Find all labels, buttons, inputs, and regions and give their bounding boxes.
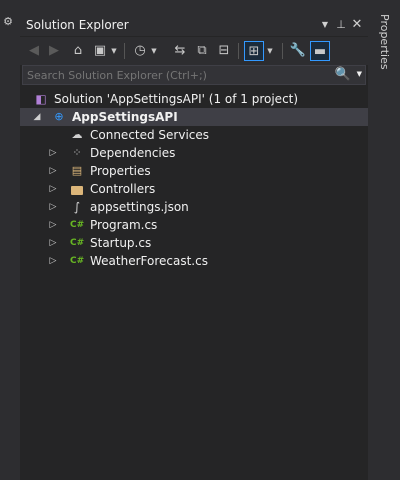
tree-item-controllers[interactable]: ▷ Controllers [20,180,368,198]
tree-item-label: Dependencies [90,146,176,160]
connected-services-icon: ☁ [71,128,83,141]
project-node[interactable]: ◢ ⊕ AppSettingsAPI [20,108,368,126]
csharp-file-icon: C# [70,256,85,266]
tree-item-label: Controllers [90,182,156,196]
pending-changes-dropdown-icon[interactable]: ▼ [148,41,160,61]
folder-icon [70,182,84,196]
expand-arrow-icon[interactable]: ▷ [48,147,58,159]
solution-label: Solution 'AppSettingsAPI' (1 of 1 projec… [54,92,299,106]
solution-explorer-toolbar: ◀ ▶ ⌂ ▣ ▼ ◷ ▼ ⇆ ⧉ ⊟ ⊞ ▼ 🔧 ▬ [20,37,368,65]
show-all-files-icon[interactable]: ⊞ [244,41,264,61]
tree-item-connected-services[interactable]: ☁ Connected Services [20,126,368,144]
toolbar-separator [282,43,283,59]
collapse-arrow-icon[interactable]: ◢ [32,111,42,123]
switch-views-dropdown-icon[interactable]: ▼ [108,41,120,61]
show-all-files-dropdown-icon[interactable]: ▼ [264,41,276,61]
toolbar-separator [238,43,239,59]
properties-wrench-icon[interactable]: 🔧 [288,41,308,61]
panel-titlebar: Solution Explorer ▼ ⊥ ✕ [20,14,368,36]
expand-arrow-icon[interactable]: ▷ [48,255,58,267]
expand-arrow-icon[interactable]: ▷ [48,183,58,195]
dependencies-icon: ⁘ [72,146,82,159]
search-box[interactable]: 🔍 ▼ [22,65,366,85]
solution-explorer-panel: Solution Explorer ▼ ⊥ ✕ ◀ ▶ ⌂ ▣ ▼ ◷ ▼ ⇆ … [20,14,368,480]
web-project-icon: ⊕ [54,110,64,123]
pin-icon[interactable]: ⊥ [334,17,348,33]
tree-item-startup[interactable]: ▷ C# Startup.cs [20,234,368,252]
properties-side-tab-label: Properties [378,14,391,70]
tree-item-label: Startup.cs [90,236,152,250]
tree-item-properties[interactable]: ▷ ▤ Properties [20,162,368,180]
tree-item-label: WeatherForecast.cs [90,254,208,268]
tree-item-appsettings[interactable]: ▷ ∫ appsettings.json [20,198,368,216]
sync-with-active-document-icon[interactable]: ⇆ [170,41,190,61]
tree-item-dependencies[interactable]: ▷ ⁘ Dependencies [20,144,368,162]
properties-side-tab[interactable]: Properties [377,14,393,74]
chevron-down-icon[interactable]: ▼ [318,17,332,33]
tree-item-weatherforecast[interactable]: ▷ C# WeatherForecast.cs [20,252,368,270]
tree-item-program[interactable]: ▷ C# Program.cs [20,216,368,234]
search-options-dropdown-icon[interactable]: ▼ [357,70,362,78]
right-tool-strip: Properties [370,0,400,480]
collapse-all-icon[interactable]: ⊟ [214,41,234,61]
tree-item-label: Connected Services [90,128,210,142]
expand-arrow-icon[interactable]: ▷ [48,219,58,231]
home-icon[interactable]: ⌂ [68,41,88,61]
switch-views-icon[interactable]: ▣ [90,41,110,61]
project-label: AppSettingsAPI [72,110,178,124]
refresh-icon[interactable]: ⧉ [192,41,212,61]
search-input[interactable] [27,67,327,83]
forward-icon[interactable]: ▶ [44,41,64,61]
panel-title: Solution Explorer [26,18,129,32]
properties-icon: ▤ [71,164,83,177]
solution-node[interactable]: ◧ Solution 'AppSettingsAPI' (1 of 1 proj… [20,90,368,108]
tree-item-label: Program.cs [90,218,158,232]
toolbar-separator [124,43,125,59]
back-icon[interactable]: ◀ [24,41,44,61]
gear-icon[interactable]: ⚙ [2,16,14,28]
search-icon[interactable]: 🔍 [335,67,351,82]
expand-arrow-icon[interactable]: ▷ [48,201,58,213]
preview-selected-items-icon[interactable]: ▬ [310,41,330,61]
solution-icon: ◧ [35,92,47,106]
csharp-file-icon: C# [70,238,85,248]
left-tool-strip: ⚙ [0,0,16,480]
tree-item-label: Properties [90,164,151,178]
pending-changes-filter-icon[interactable]: ◷ [130,41,150,61]
expand-arrow-icon[interactable]: ▷ [48,165,58,177]
csharp-file-icon: C# [70,220,85,230]
close-icon[interactable]: ✕ [350,17,364,33]
expand-arrow-icon[interactable]: ▷ [48,237,58,249]
tree-item-label: appsettings.json [90,200,189,214]
json-file-icon: ∫ [73,200,81,214]
